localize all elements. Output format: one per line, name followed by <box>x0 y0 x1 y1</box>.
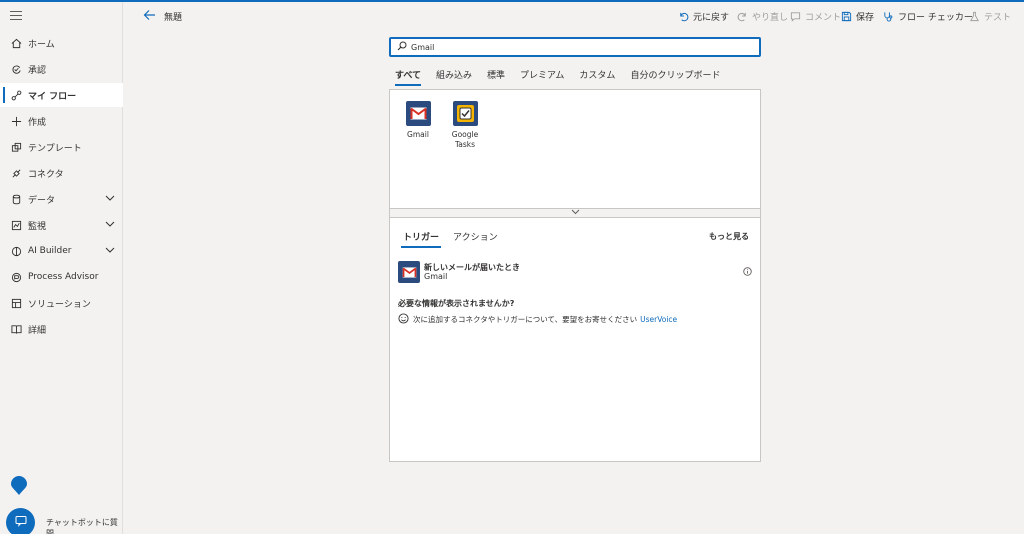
designer-header: 無題 元に戻す やり直し コメント 保存 フロー チェッカー テスト <box>123 2 1024 30</box>
nav-item-home[interactable]: ホーム <box>0 31 123 55</box>
chatbot-label: チャットボットに質問 <box>46 518 118 534</box>
solutions-icon <box>10 297 22 309</box>
comment-label: コメント <box>805 13 842 23</box>
nav-item-approvals[interactable]: 承認 <box>0 57 123 81</box>
connector-gmail[interactable]: Gmail <box>398 101 438 140</box>
chatbot-icon <box>15 515 27 530</box>
nav-item-my-flows[interactable]: マイ フロー <box>0 83 123 107</box>
save-button[interactable]: 保存 <box>841 10 874 23</box>
nav-item-data[interactable]: データ <box>0 187 123 211</box>
nav-label: マイ フロー <box>28 91 77 102</box>
chevron-down-icon <box>571 208 580 218</box>
tab-premium[interactable]: プレミアム <box>520 68 564 86</box>
gmail-icon <box>405 101 431 126</box>
chatbot-pin-icon[interactable] <box>10 476 28 496</box>
nav-item-create[interactable]: 作成 <box>0 109 123 133</box>
nav-label: テンプレート <box>28 143 82 154</box>
stethoscope-icon <box>884 12 893 22</box>
connector-icon <box>10 167 22 179</box>
chevron-down-icon[interactable] <box>105 193 115 206</box>
chatbot-button[interactable] <box>6 508 35 534</box>
nav-item-solutions[interactable]: ソリューション <box>0 291 123 315</box>
test-button[interactable]: テスト <box>969 10 1011 23</box>
save-label: 保存 <box>856 13 875 23</box>
nav-item-templates[interactable]: テンプレート <box>0 135 123 159</box>
undo-icon <box>680 12 689 22</box>
test-label: テスト <box>984 13 1012 23</box>
nav-label: 作成 <box>28 117 47 128</box>
nav-label: データ <box>28 195 56 206</box>
tab-built-in[interactable]: 組み込み <box>436 68 472 86</box>
nav-label: 詳細 <box>28 325 47 336</box>
tab-custom[interactable]: カスタム <box>579 68 615 86</box>
connector-search-box[interactable] <box>389 37 761 57</box>
uservoice-link[interactable]: UserVoice <box>640 315 677 324</box>
nav-item-connectors[interactable]: コネクタ <box>0 161 123 185</box>
redo-label: やり直し <box>752 13 789 23</box>
back-arrow-icon[interactable] <box>143 9 156 24</box>
gmail-icon <box>398 261 420 283</box>
flask-icon <box>970 11 979 22</box>
nav-label: 承認 <box>28 65 47 76</box>
info-icon[interactable] <box>743 267 752 279</box>
feedback-text: 次に追加するコネクタやトリガーについて、要望をお寄せください <box>413 315 638 324</box>
ai-builder-icon <box>10 245 22 257</box>
nav-label: Process Advisor <box>28 272 99 282</box>
connector-name: Google Tasks <box>451 130 479 149</box>
tab-standard[interactable]: 標準 <box>487 68 505 86</box>
undo-label: 元に戻す <box>693 13 730 23</box>
nav-item-process-advisor[interactable]: Process Advisor <box>0 265 123 289</box>
trigger-item[interactable]: 新しいメールが届いたとき Gmail <box>398 261 752 283</box>
google-tasks-icon <box>452 101 478 126</box>
category-tabs: すべて 組み込み 標準 プレミアム カスタム 自分のクリップボード <box>395 68 735 86</box>
approvals-icon <box>10 63 22 75</box>
monitor-icon <box>10 219 22 231</box>
tab-triggers[interactable]: トリガー <box>400 230 442 248</box>
plus-icon <box>10 115 22 127</box>
nav-label: コネクタ <box>28 169 64 180</box>
nav-label: ホーム <box>28 39 55 50</box>
home-icon <box>10 37 22 49</box>
tab-all[interactable]: すべて <box>395 68 422 86</box>
search-icon <box>397 41 407 54</box>
nav-item-learn[interactable]: 詳細 <box>0 317 123 341</box>
chevron-down-icon[interactable] <box>105 245 115 258</box>
redo-icon <box>737 12 746 22</box>
database-icon <box>10 193 22 205</box>
hamburger-menu-icon[interactable] <box>10 11 22 21</box>
book-icon <box>10 323 22 335</box>
comment-icon <box>790 12 801 22</box>
search-input[interactable] <box>411 42 731 52</box>
collapse-bar[interactable] <box>390 208 760 218</box>
nav-label: 監視 <box>28 221 47 232</box>
missing-info-heading: 必要な情報が表示されませんか? <box>398 299 515 308</box>
left-nav: ホーム 承認 マイ フロー 作成 テンプレート コネクタ データ 監視 AI B… <box>0 2 123 534</box>
tab-my-clipboard[interactable]: 自分のクリップボード <box>630 68 720 86</box>
nav-label: AI Builder <box>28 246 72 256</box>
trigger-action-tabs: トリガー アクション <box>400 230 512 248</box>
smiley-icon <box>398 313 409 326</box>
flow-icon <box>10 89 22 101</box>
undo-button[interactable]: 元に戻す <box>678 10 729 23</box>
process-advisor-icon <box>10 271 22 283</box>
chevron-down-icon[interactable] <box>105 219 115 232</box>
nav-label: ソリューション <box>28 299 91 310</box>
save-icon <box>841 11 852 22</box>
nav-item-monitor[interactable]: 監視 <box>0 213 123 237</box>
connector-panel: Gmail Google Tasks トリガー アクション もっと見る 新しいメ… <box>389 89 761 462</box>
nav-item-ai-builder[interactable]: AI Builder <box>0 239 123 263</box>
feedback-line: 次に追加するコネクタやトリガーについて、要望をお寄せください UserVoice <box>398 313 677 326</box>
flow-title[interactable]: 無題 <box>164 10 182 23</box>
trigger-connector: Gmail <box>424 272 448 281</box>
flow-checker-label: フロー チェッカー <box>898 13 973 23</box>
connector-name: Gmail <box>407 130 429 139</box>
redo-button[interactable]: やり直し <box>737 10 788 23</box>
see-more-link[interactable]: もっと見る <box>709 231 749 242</box>
flow-checker-button[interactable]: フロー チェッカー <box>883 10 973 23</box>
connector-google-tasks[interactable]: Google Tasks <box>445 101 485 150</box>
template-icon <box>10 141 22 153</box>
connector-grid: Gmail Google Tasks <box>390 90 760 208</box>
tab-actions[interactable]: アクション <box>453 230 498 248</box>
comment-button[interactable]: コメント <box>790 10 841 23</box>
